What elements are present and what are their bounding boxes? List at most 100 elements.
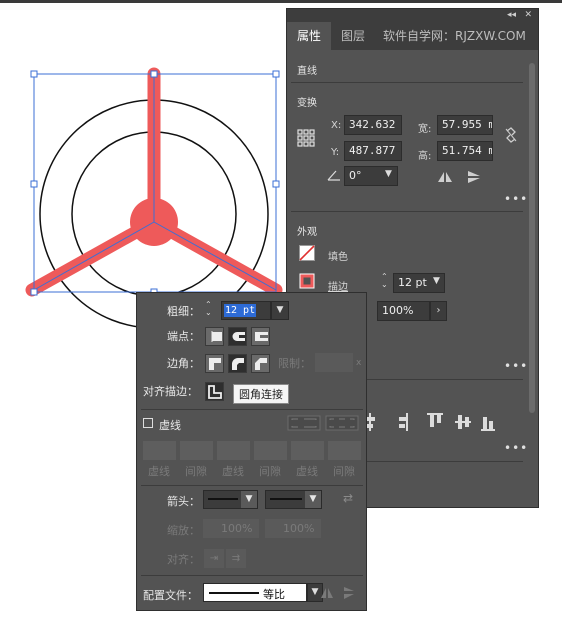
profile-value: 等比 — [263, 588, 285, 601]
scale-end-input: 100% — [265, 519, 321, 538]
dashed-checkbox[interactable] — [143, 418, 153, 428]
x-input[interactable]: 342.632 — [344, 115, 402, 135]
angle-value: 0° — [349, 169, 362, 182]
arrow-extend-icon: ⇥ — [204, 549, 224, 568]
opacity-chevron-right-icon[interactable]: › — [430, 301, 447, 321]
height-input[interactable]: 51.754 m — [437, 141, 493, 161]
h-label: 高: — [418, 151, 432, 162]
round-cap-icon — [232, 332, 245, 341]
butt-cap-icon — [211, 331, 222, 342]
fill-label: 填色 — [328, 252, 348, 263]
bevel-join-button[interactable] — [251, 354, 270, 373]
dash-3-input — [291, 441, 324, 460]
arrow-align-label: 对齐： — [167, 553, 200, 566]
weight-stepper-icon[interactable]: ⌃ ⌄ — [205, 301, 212, 317]
arrow-none-preview — [208, 498, 238, 500]
gap-3-input — [328, 441, 361, 460]
swap-arrows-icon[interactable]: ⇄ — [343, 491, 353, 505]
limit-unit: x — [356, 358, 362, 368]
stroke-panel: 粗细： ⌃ ⌄ 12 pt ▼ 端点： 边角： 限制： x 对齐描边： 虚线 虚… — [136, 292, 367, 611]
dash-label-3: 虚线 — [296, 465, 318, 478]
weight-label: 粗细： — [167, 305, 200, 318]
divider — [291, 211, 523, 212]
opacity-input[interactable]: 100% — [377, 301, 430, 321]
scale-start-input: 100% — [203, 519, 259, 538]
miter-join-button[interactable] — [205, 354, 224, 373]
profile-flip-horizontal-icon — [321, 588, 333, 598]
fill-none-icon[interactable] — [299, 245, 315, 261]
weight-input[interactable]: 12 pt — [221, 301, 271, 320]
round-cap-button[interactable] — [228, 327, 247, 346]
tab-properties[interactable]: 属性 — [287, 22, 332, 50]
arrowhead-label: 箭头： — [167, 495, 200, 508]
bevel-join-icon — [255, 358, 267, 370]
start-arrow-select[interactable]: ▼ — [203, 490, 258, 509]
round-join-icon — [232, 358, 244, 370]
profile-label: 配置文件： — [143, 589, 198, 602]
gap-label-2: 间隙 — [259, 465, 281, 478]
gap-label-1: 间隙 — [185, 465, 207, 478]
collapse-icon[interactable]: ◂◂ — [507, 9, 516, 22]
panel-grip[interactable]: ◂◂ ✕ — [287, 9, 538, 22]
cap-label: 端点： — [167, 330, 200, 343]
weight-value: 12 pt — [224, 304, 257, 317]
dash-2-input — [217, 441, 250, 460]
stroke-weight-value: 12 pt — [398, 276, 427, 289]
angle-icon — [327, 170, 340, 181]
divider — [141, 575, 363, 576]
align-icon-row[interactable] — [367, 411, 497, 433]
angle-chevron-down-icon[interactable]: ▼ — [385, 169, 392, 179]
dash-1-input — [143, 441, 176, 460]
profile-flip-vertical-icon — [344, 587, 354, 599]
properties-scrollbar[interactable] — [528, 57, 536, 497]
dash-preserve-icon[interactable] — [287, 414, 321, 432]
section-line-title: 直线 — [297, 66, 317, 77]
dash-label-1: 虚线 — [148, 465, 170, 478]
weight-chevron-down-icon[interactable]: ▼ — [271, 301, 289, 320]
scale-start-value: 100% — [221, 522, 253, 535]
scale-end-value: 100% — [283, 522, 315, 535]
arrow-none-preview — [270, 498, 302, 500]
profile-select[interactable]: 等比 — [203, 583, 307, 602]
stroke-weight-stepper-icon[interactable]: ⌃ ⌄ — [381, 273, 388, 289]
section-transform-title: 变换 — [297, 98, 317, 109]
projecting-cap-icon — [255, 332, 268, 341]
dash-label-2: 虚线 — [222, 465, 244, 478]
appearance-more-icon[interactable]: ••• — [504, 359, 528, 373]
round-join-button[interactable] — [228, 354, 247, 373]
arrow-place-icon: ⇉ — [226, 549, 246, 568]
start-arrow-chevron-down-icon[interactable]: ▼ — [241, 491, 257, 508]
gap-label-3: 间隙 — [333, 465, 355, 478]
profile-preview — [209, 592, 259, 594]
end-arrow-select[interactable]: ▼ — [265, 490, 322, 509]
scrollbar-thumb[interactable] — [529, 63, 535, 413]
dash-align-icon[interactable] — [325, 414, 359, 432]
divider — [141, 409, 363, 410]
limit-label: 限制： — [278, 357, 311, 370]
y-input[interactable]: 487.877 — [344, 141, 402, 161]
align-center-button[interactable] — [205, 382, 224, 401]
align-more-icon[interactable]: ••• — [504, 441, 528, 455]
tab-layers[interactable]: 图层 — [331, 22, 375, 50]
align-stroke-center-icon — [208, 385, 222, 399]
transform-more-icon[interactable]: ••• — [504, 192, 528, 206]
stroke-swatch-icon[interactable] — [299, 273, 315, 289]
gap-2-input — [254, 441, 287, 460]
section-appearance-title: 外观 — [297, 227, 317, 238]
scale-label: 缩放： — [167, 524, 200, 537]
projecting-cap-button[interactable] — [251, 327, 270, 346]
reference-point-icon[interactable] — [297, 129, 315, 147]
close-icon[interactable]: ✕ — [524, 9, 532, 22]
tab-bar: 属性 图层 软件自学网：RJZXW.COM — [287, 22, 538, 50]
stroke-label[interactable]: 描边 — [328, 278, 348, 293]
tab-watermark: 软件自学网：RJZXW.COM — [383, 29, 526, 43]
butt-cap-button[interactable] — [205, 327, 224, 346]
stroke-weight-chevron-down-icon[interactable]: ▼ — [433, 276, 440, 286]
flip-vertical-icon[interactable] — [467, 170, 481, 184]
width-input[interactable]: 57.955 m — [437, 115, 493, 135]
align-stroke-label: 对齐描边： — [143, 385, 198, 398]
tooltip-round-join: 圆角连接 — [233, 384, 289, 404]
constrain-link-icon[interactable] — [504, 127, 518, 143]
flip-horizontal-icon[interactable] — [437, 171, 453, 183]
end-arrow-chevron-down-icon[interactable]: ▼ — [305, 491, 321, 508]
